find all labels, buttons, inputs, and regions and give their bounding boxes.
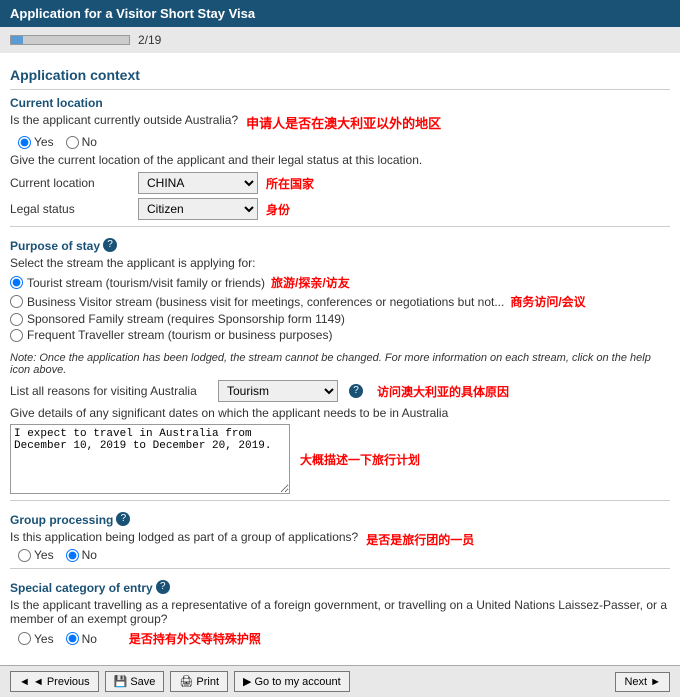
reason-label: List all reasons for visiting Australia xyxy=(10,384,210,398)
stream-business-radio[interactable] xyxy=(10,295,23,308)
page-indicator: 2/19 xyxy=(138,33,161,47)
stream-tourist: Tourist stream (tourism/visit family or … xyxy=(10,274,586,291)
dates-question: Give details of any significant dates on… xyxy=(10,406,670,420)
legal-status-row: Legal status Citizen 身份 xyxy=(10,198,670,220)
special-radio-group: Yes No 是否持有外交等特殊护照 xyxy=(18,630,670,647)
account-icon: ▶ xyxy=(243,675,251,688)
legal-status-label: Legal status xyxy=(10,202,130,216)
stream-frequent: Frequent Traveller stream (tourism or bu… xyxy=(10,328,586,342)
group-question: Is this application being lodged as part… xyxy=(10,530,358,544)
subsection-purpose-of-stay: Purpose of stay xyxy=(10,239,100,253)
current-location-label: Current location xyxy=(10,176,130,190)
go-to-account-label: Go to my account xyxy=(254,676,340,688)
special-help-icon[interactable]: ? xyxy=(156,580,170,594)
stream-business-label: Business Visitor stream (business visit … xyxy=(27,295,504,309)
stream-options-list: Tourist stream (tourism/visit family or … xyxy=(10,274,586,344)
current-location-select[interactable]: CHINA xyxy=(138,172,258,194)
save-label: Save xyxy=(130,676,155,688)
outside-australia-annotation: 申请人是否在澳大利亚以外的地区 xyxy=(246,113,441,132)
outside-yes-radio[interactable] xyxy=(18,136,31,149)
print-label: Print xyxy=(196,676,219,688)
group-question-row: Is this application being lodged as part… xyxy=(10,530,670,548)
stream-sponsored-label: Sponsored Family stream (requires Sponso… xyxy=(27,312,345,326)
reason-select[interactable]: Tourism xyxy=(218,380,338,402)
question-outside-australia: Is the applicant currently outside Austr… xyxy=(10,113,670,132)
special-yes-radio[interactable] xyxy=(18,632,31,645)
next-button[interactable]: Next ► xyxy=(615,672,670,692)
reason-annotation: 访问澳大利亚的具体原因 xyxy=(377,383,509,400)
save-icon: 💾 xyxy=(114,675,128,688)
location-annotation: 所在国家 xyxy=(266,175,314,192)
outside-australia-radio-group: Yes No xyxy=(18,135,670,149)
purpose-title-row: Purpose of stay ? xyxy=(10,233,670,256)
stream-tourist-radio[interactable] xyxy=(10,276,23,289)
progress-bar-container: 2/19 xyxy=(0,27,680,53)
app-title: Application for a Visitor Short Stay Vis… xyxy=(10,6,255,21)
footer-right: Next ► xyxy=(615,672,670,692)
print-icon: 🖨 xyxy=(179,675,193,688)
next-label: Next ► xyxy=(624,676,661,688)
subsection-special-category: Special category of entry xyxy=(10,581,153,595)
stream-sponsored-radio[interactable] xyxy=(10,313,23,326)
current-location-row: Current location CHINA 所在国家 xyxy=(10,172,670,194)
special-title-row: Special category of entry ? xyxy=(10,575,670,598)
outside-australia-question: Is the applicant currently outside Austr… xyxy=(10,113,238,127)
special-no-radio[interactable] xyxy=(66,632,79,645)
select-stream-text: Select the stream the applicant is apply… xyxy=(10,256,670,270)
group-no-radio[interactable] xyxy=(66,549,79,562)
group-no-label[interactable]: No xyxy=(66,548,97,562)
group-annotation: 是否是旅行团的一员 xyxy=(366,531,474,548)
stream-business: Business Visitor stream (business visit … xyxy=(10,293,586,310)
stream-note: Note: Once the application has been lodg… xyxy=(10,352,670,376)
progress-bar-track xyxy=(10,35,130,45)
reason-row: List all reasons for visiting Australia … xyxy=(10,380,670,402)
dates-area: I expect to travel in Australia from Dec… xyxy=(10,424,670,494)
go-to-account-button[interactable]: ▶ Go to my account xyxy=(234,671,350,692)
group-yes-label[interactable]: Yes xyxy=(18,548,54,562)
previous-icon: ◄ xyxy=(19,676,30,688)
stream-business-annotation: 商务访问/会议 xyxy=(510,293,585,310)
reason-help-icon2[interactable]: ? xyxy=(349,384,363,398)
group-title-row: Group processing ? xyxy=(10,507,670,530)
divider-4 xyxy=(10,568,670,569)
subsection-current-location: Current location xyxy=(10,96,670,110)
stream-frequent-label: Frequent Traveller stream (tourism or bu… xyxy=(27,328,332,342)
group-yes-radio[interactable] xyxy=(18,549,31,562)
divider-2 xyxy=(10,226,670,227)
outside-no-label[interactable]: No xyxy=(66,135,97,149)
title-bar: Application for a Visitor Short Stay Vis… xyxy=(0,0,680,27)
save-button[interactable]: 💾 Save xyxy=(105,671,165,692)
outside-no-radio[interactable] xyxy=(66,136,79,149)
subsection-group-processing: Group processing xyxy=(10,513,113,527)
dates-annotation: 大概描述一下旅行计划 xyxy=(300,451,420,468)
purpose-help-icon[interactable]: ? xyxy=(103,238,117,252)
special-question-row: Is the applicant travelling as a represe… xyxy=(10,598,670,630)
group-radio-group: Yes No xyxy=(18,548,670,562)
stream-frequent-radio[interactable] xyxy=(10,329,23,342)
special-annotation: 是否持有外交等特殊护照 xyxy=(129,630,261,647)
print-button[interactable]: 🖨 Print xyxy=(170,671,228,692)
special-yes-label[interactable]: Yes xyxy=(18,632,54,646)
previous-button[interactable]: ◄ ◄ Previous xyxy=(10,671,99,692)
dates-textarea[interactable]: I expect to travel in Australia from Dec… xyxy=(10,424,290,494)
stream-sponsored: Sponsored Family stream (requires Sponso… xyxy=(10,312,586,326)
stream-options-container: Tourist stream (tourism/visit family or … xyxy=(10,274,670,348)
special-no-label[interactable]: No xyxy=(66,632,97,646)
group-help-icon[interactable]: ? xyxy=(116,512,130,526)
location-note: Give the current location of the applica… xyxy=(10,153,670,167)
previous-label: ◄ Previous xyxy=(33,676,90,688)
progress-bar-fill xyxy=(11,36,23,44)
footer-left-buttons: ◄ ◄ Previous 💾 Save 🖨 Print ▶ Go to my a… xyxy=(10,671,350,692)
footer-bar: ◄ ◄ Previous 💾 Save 🖨 Print ▶ Go to my a… xyxy=(0,665,680,697)
section-application-context: Application context xyxy=(10,67,670,83)
outside-yes-label[interactable]: Yes xyxy=(18,135,54,149)
special-question: Is the applicant travelling as a represe… xyxy=(10,598,670,626)
legal-status-select[interactable]: Citizen xyxy=(138,198,258,220)
divider-3 xyxy=(10,500,670,501)
divider-1 xyxy=(10,89,670,90)
content-area: Application context Current location Is … xyxy=(0,53,680,657)
stream-tourist-label: Tourist stream (tourism/visit family or … xyxy=(27,276,265,290)
legal-status-annotation: 身份 xyxy=(266,201,290,218)
stream-tourist-annotation: 旅游/探亲/访友 xyxy=(271,274,350,291)
